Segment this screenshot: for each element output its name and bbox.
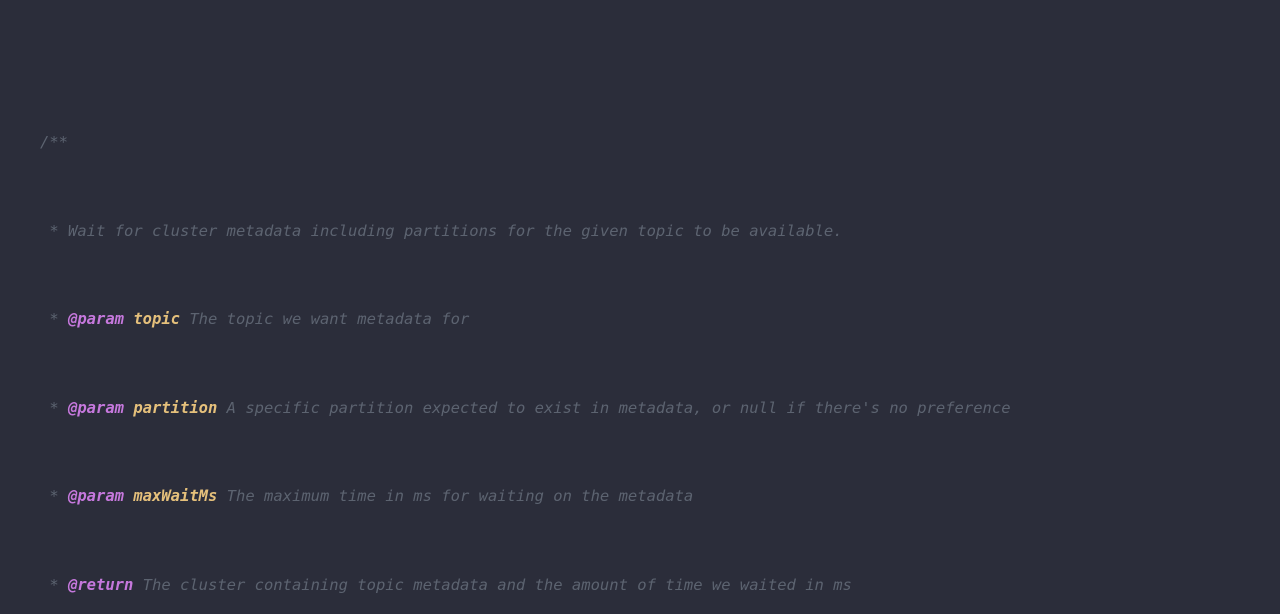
code-editor[interactable]: /** * Wait for cluster metadata includin… xyxy=(0,0,1280,614)
doc-open: /** xyxy=(0,128,1280,158)
doc-param-topic: * @param topic The topic we want metadat… xyxy=(0,305,1280,335)
doc-line-1: * Wait for cluster metadata including pa… xyxy=(0,217,1280,247)
doc-return: * @return The cluster containing topic m… xyxy=(0,571,1280,601)
doc-param-maxwaitms: * @param maxWaitMs The maximum time in m… xyxy=(0,482,1280,512)
doc-param-partition: * @param partition A specific partition … xyxy=(0,394,1280,424)
